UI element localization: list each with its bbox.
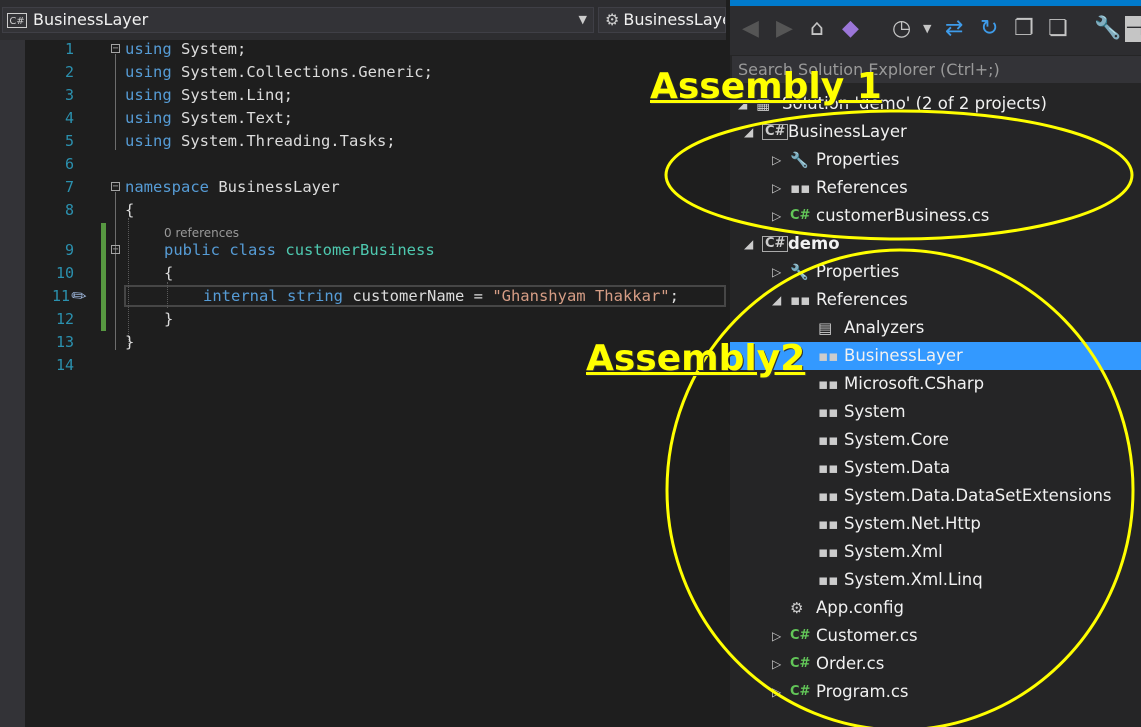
annotation-overlay bbox=[664, 109, 1135, 727]
assembly1-ellipse bbox=[664, 109, 1134, 241]
assembly1-label: Assembly 1 bbox=[650, 66, 882, 107]
assembly2-ellipse bbox=[665, 248, 1135, 727]
assembly2-label: Assembly2 bbox=[586, 338, 806, 379]
